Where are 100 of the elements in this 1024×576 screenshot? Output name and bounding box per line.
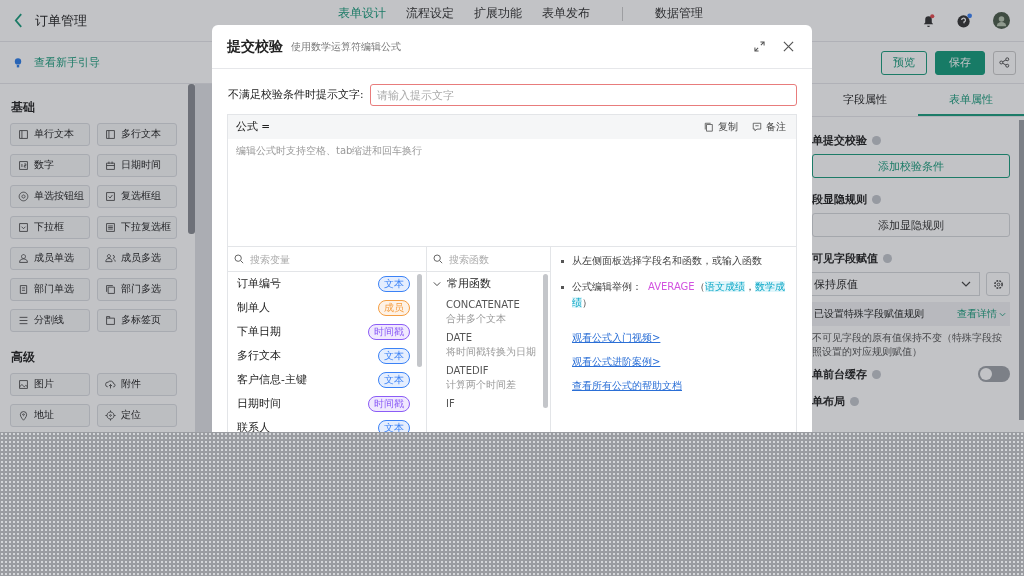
search-icon: [234, 254, 244, 264]
function-description: 合并多个文本: [446, 312, 507, 326]
note-button[interactable]: 备注: [752, 120, 786, 134]
function-name[interactable]: DATEDIF: [446, 365, 550, 376]
component-item[interactable]: 日期时间: [97, 154, 177, 177]
component-item[interactable]: 地址: [10, 404, 90, 427]
info-text: 已设置特殊字段赋值规则: [814, 307, 924, 321]
calendar-icon: [105, 160, 116, 171]
copy-icon: [704, 122, 714, 132]
text-field-icon: [18, 129, 29, 140]
share-button[interactable]: [993, 50, 1016, 75]
chevron-down-icon: [961, 281, 971, 287]
select-field[interactable]: 保持原值: [812, 272, 980, 296]
radio-icon: [18, 191, 29, 202]
component-item[interactable]: 复选框组: [97, 185, 177, 208]
number-icon: [18, 160, 29, 171]
scrollbar[interactable]: [188, 84, 195, 234]
variable-item[interactable]: 多行文本 文本: [228, 344, 426, 368]
crosshair-icon: [105, 410, 116, 421]
component-item[interactable]: 成员单选: [10, 247, 90, 270]
lightbulb-icon: [14, 56, 22, 69]
search-icon: [433, 254, 443, 264]
message-input[interactable]: 请输入提示文字: [369, 84, 797, 106]
help-link[interactable]: 观看公式进阶案例>: [572, 355, 661, 369]
section-heading: 段显隐规则: [812, 192, 867, 207]
close-icon[interactable]: [783, 41, 794, 52]
panel-tab[interactable]: 字段属性: [812, 84, 918, 116]
checkbox-icon: [105, 191, 116, 202]
component-item[interactable]: 分割线: [10, 309, 90, 332]
component-item[interactable]: 下拉框: [10, 216, 90, 239]
hint-text: 不可见字段的原有值保持不变（特殊字段按照设置的对应规则赋值）: [812, 331, 1003, 358]
people-icon: [105, 253, 116, 264]
dialog-title: 提交校验: [227, 37, 283, 56]
bell-icon[interactable]: [921, 13, 936, 28]
type-tag: 文本: [378, 348, 410, 364]
section-heading: 单布局: [812, 394, 845, 409]
divider-icon: [18, 315, 29, 326]
nav-tab[interactable]: 数据管理: [655, 5, 703, 22]
gear-icon: [992, 278, 1004, 290]
copy-button[interactable]: 复制: [704, 120, 738, 134]
component-item[interactable]: 数字: [10, 154, 90, 177]
share-icon: [999, 57, 1010, 68]
type-tag: 时间戳: [368, 396, 410, 412]
component-item[interactable]: 单行文本: [10, 123, 90, 146]
add-rule-button[interactable]: 添加显隐规则: [812, 213, 1010, 237]
component-item[interactable]: 部门单选: [10, 278, 90, 301]
function-group[interactable]: 常用函数: [427, 272, 550, 296]
group-heading: 高级: [11, 350, 36, 365]
variable-item[interactable]: 客户信息-主键 文本: [228, 368, 426, 392]
field-label: 不满足校验条件时提示文字:: [228, 88, 364, 102]
component-item[interactable]: 多行文本: [97, 123, 177, 146]
type-tag: 文本: [378, 276, 410, 292]
cloud-upload-icon: [105, 379, 116, 390]
component-item[interactable]: 成员多选: [97, 247, 177, 270]
function-name[interactable]: CONCATENATE: [446, 299, 550, 310]
component-item[interactable]: 部门多选: [97, 278, 177, 301]
type-tag: 时间戳: [368, 324, 410, 340]
variable-item[interactable]: 下单日期 时间戳: [228, 320, 426, 344]
tabs-icon: [105, 315, 116, 326]
stacked-pages-icon: [105, 284, 116, 295]
expand-icon[interactable]: [754, 41, 765, 52]
section-heading: 可见字段赋值: [812, 251, 878, 266]
nav-tab[interactable]: 流程设定: [406, 5, 454, 22]
image-icon: [18, 379, 29, 390]
component-item[interactable]: 附件: [97, 373, 177, 396]
component-item[interactable]: 定位: [97, 404, 177, 427]
person-icon: [18, 253, 29, 264]
variable-item[interactable]: 订单编号 文本: [228, 272, 426, 296]
component-item[interactable]: 图片: [10, 373, 90, 396]
section-heading: 单提交校验: [812, 133, 867, 148]
component-item[interactable]: 单选按钮组: [10, 185, 90, 208]
component-item[interactable]: 多标签页: [97, 309, 177, 332]
formula-label: 公式 =: [236, 120, 271, 134]
function-name[interactable]: IF: [446, 398, 550, 409]
text-field-icon: [105, 129, 116, 140]
tip-text: 从左侧面板选择字段名和函数，或输入函数: [559, 253, 790, 269]
settings-button[interactable]: [986, 272, 1010, 296]
nav-tab[interactable]: 表单发布: [542, 5, 590, 22]
help-link[interactable]: 观看公式入门视频>: [572, 331, 661, 345]
chevron-down-icon: [433, 281, 441, 287]
avatar[interactable]: [993, 12, 1010, 29]
back-icon[interactable]: [14, 13, 23, 28]
app-title: 订单管理: [35, 11, 87, 30]
dialog-subtitle: 使用数学运算符编辑公式: [291, 39, 401, 54]
comment-icon: [752, 122, 762, 132]
function-name[interactable]: DATE: [446, 332, 550, 343]
toggle-switch[interactable]: [978, 366, 1010, 382]
group-heading: 基础: [11, 100, 36, 115]
function-description: 计算两个时间差: [446, 378, 517, 392]
section-heading: 单前台缓存: [812, 366, 867, 382]
location-pin-icon: [18, 410, 29, 421]
type-tag: 文本: [378, 372, 410, 388]
type-tag: 成员: [378, 300, 410, 316]
variable-item[interactable]: 制单人 成员: [228, 296, 426, 320]
nav-tab[interactable]: 扩展功能: [474, 5, 522, 22]
variable-item[interactable]: 日期时间 时间戳: [228, 392, 426, 416]
function-description: 将时间戳转换为日期: [446, 345, 537, 359]
building-icon: [18, 284, 29, 295]
component-item[interactable]: 下拉复选框: [97, 216, 177, 239]
help-link[interactable]: 查看所有公式的帮助文档: [572, 379, 682, 393]
